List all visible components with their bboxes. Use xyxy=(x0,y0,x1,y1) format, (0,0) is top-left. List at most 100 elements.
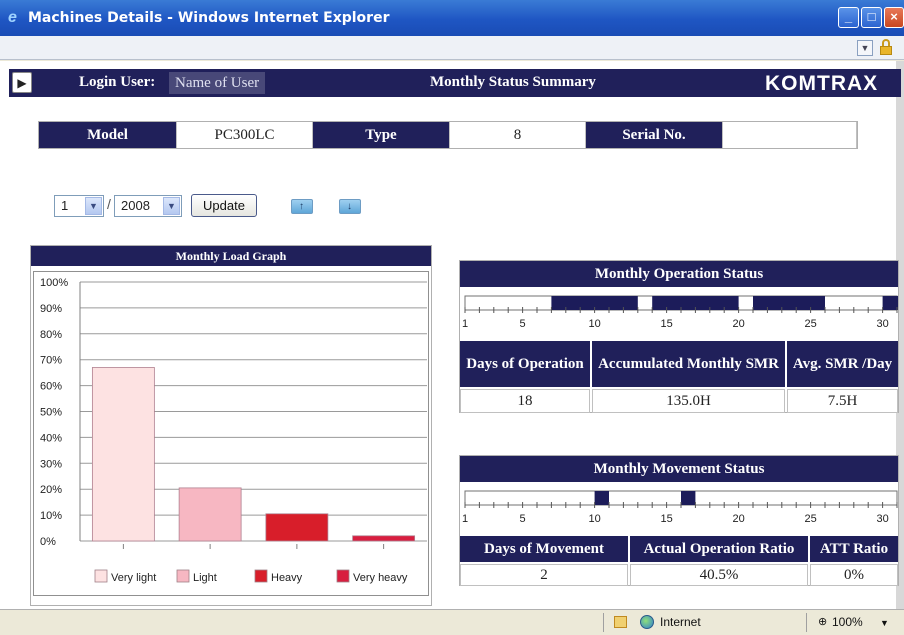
day-scale-label: 10 xyxy=(588,513,600,525)
protected-mode-icon[interactable] xyxy=(614,616,627,628)
active-day-segment xyxy=(681,491,696,505)
load-graph-panel: Monthly Load Graph 0% 10% 20% 30% 40% 50% 60% 7… xyxy=(30,245,432,606)
y-tick-label: 70% xyxy=(40,355,62,367)
day-scale-label: 15 xyxy=(660,318,672,330)
operation-status-panel: Monthly Operation Status 1 5 10 15 20 25 30 Da… xyxy=(459,260,899,413)
days-movement-value: 2 xyxy=(460,564,628,586)
maximize-button[interactable]: □ xyxy=(861,7,882,28)
legend-swatch xyxy=(254,569,268,583)
page-header: ▶ Login User: Name of User Monthly Statu… xyxy=(9,69,901,97)
legend-swatch xyxy=(176,569,190,583)
legend-label: Heavy xyxy=(271,572,303,584)
month-select[interactable]: 1 ▼ xyxy=(54,195,104,217)
day-scale-label: 15 xyxy=(660,513,672,525)
zone-label: Internet xyxy=(660,615,701,629)
chevron-down-icon[interactable]: ▼ xyxy=(85,197,102,215)
status-separator xyxy=(603,613,604,632)
legend-label: Very light xyxy=(111,572,156,584)
day-scale-label: 30 xyxy=(876,513,888,525)
year-select[interactable]: 2008 ▼ xyxy=(114,195,182,217)
active-day-segment xyxy=(882,296,898,310)
days-operation-value: 18 xyxy=(460,389,590,413)
day-scale-label: 1 xyxy=(462,513,468,525)
att-ratio-header: ATT Ratio xyxy=(810,536,898,562)
day-scale-label: 10 xyxy=(588,318,600,330)
active-day-segment xyxy=(753,296,825,310)
day-scale-label: 20 xyxy=(732,513,744,525)
globe-icon xyxy=(640,615,654,629)
accumulated-smr-value: 135.0H xyxy=(592,389,785,413)
y-tick-label: 10% xyxy=(40,510,62,522)
zoom-level[interactable]: 100% xyxy=(832,615,863,629)
status-bar: Internet ⊕ 100% ▼ xyxy=(0,609,904,635)
bar-very-light xyxy=(91,367,155,542)
y-tick-label: 60% xyxy=(40,381,62,393)
day-scale-label: 25 xyxy=(804,318,816,330)
bar-light xyxy=(178,487,242,542)
minimize-button[interactable]: _ xyxy=(838,7,859,28)
login-label: Login User: xyxy=(79,74,156,90)
serial-value xyxy=(722,122,857,148)
legend-label: Light xyxy=(193,572,217,584)
day-scale-label: 25 xyxy=(804,513,816,525)
update-button[interactable]: Update xyxy=(191,194,257,217)
y-tick-label: 100% xyxy=(40,277,68,289)
day-scale-label: 1 xyxy=(462,318,468,330)
user-name: Name of User xyxy=(169,72,266,94)
month-value: 1 xyxy=(61,198,69,213)
machine-info-row: Model PC300LC Type 8 Serial No. xyxy=(38,121,858,149)
internet-explorer-icon: e xyxy=(8,9,17,26)
actual-ratio-header: Actual Operation Ratio xyxy=(630,536,808,562)
chevron-down-icon[interactable]: ▼ xyxy=(857,40,873,56)
avg-smr-header: Avg. SMR /Day xyxy=(787,341,898,387)
y-tick-label: 40% xyxy=(40,432,62,444)
y-tick-label: 30% xyxy=(40,458,62,470)
legend-swatch xyxy=(336,569,350,583)
att-ratio-value: 0% xyxy=(810,564,898,586)
y-tick-label: 90% xyxy=(40,303,62,315)
scroll-up-button[interactable]: ↑ xyxy=(291,199,313,214)
page-content: ▶ Login User: Name of User Monthly Statu… xyxy=(0,61,904,609)
window-title-bar: e Machines Details - Windows Internet Ex… xyxy=(0,0,904,36)
model-value: PC300LC xyxy=(176,122,313,148)
actual-ratio-value: 40.5% xyxy=(630,564,808,586)
bar-heavy xyxy=(265,513,329,542)
date-separator: / xyxy=(107,196,111,212)
y-tick-label: 20% xyxy=(40,484,62,496)
year-value: 2008 xyxy=(121,198,150,213)
day-scale-label: 5 xyxy=(520,318,526,330)
bar-very-heavy xyxy=(352,535,416,542)
day-scale-label: 5 xyxy=(520,513,526,525)
window-title: Machines Details - Windows Internet Expl… xyxy=(28,10,390,26)
scroll-down-button[interactable]: ↓ xyxy=(339,199,361,214)
chevron-down-icon[interactable]: ▼ xyxy=(163,197,180,215)
chevron-down-icon[interactable]: ▼ xyxy=(880,618,889,628)
movement-status-panel: Monthly Movement Status 1 5 10 15 20 25 30 Day… xyxy=(459,455,899,586)
arrow-down-icon: ↓ xyxy=(347,201,352,212)
day-scale-label: 30 xyxy=(876,318,888,330)
type-label: Type xyxy=(313,122,449,148)
avg-smr-value: 7.5H xyxy=(787,389,898,413)
legend-label: Very heavy xyxy=(353,572,408,584)
y-tick-label: 80% xyxy=(40,329,62,341)
serial-label: Serial No. xyxy=(586,122,722,148)
page-title: Monthly Status Summary xyxy=(430,74,596,90)
load-graph-chart: 0% 10% 20% 30% 40% 50% 60% 70% 80% 90% 100% Very li… xyxy=(40,277,427,584)
days-operation-header: Days of Operation xyxy=(460,341,590,387)
status-separator xyxy=(806,613,807,632)
zoom-icon[interactable]: ⊕ xyxy=(818,615,827,628)
y-tick-label: 50% xyxy=(40,407,62,419)
address-strip: ▼ xyxy=(0,36,904,60)
model-label: Model xyxy=(39,122,176,148)
y-tick-label: 0% xyxy=(40,536,56,548)
legend-swatch xyxy=(94,569,108,583)
days-movement-header: Days of Movement xyxy=(460,536,628,562)
type-value: 8 xyxy=(449,122,586,148)
active-day-segment xyxy=(594,491,609,505)
close-button[interactable]: × xyxy=(884,7,904,28)
day-scale-label: 20 xyxy=(732,318,744,330)
expand-arrow-button[interactable]: ▶ xyxy=(12,72,32,93)
lock-icon[interactable] xyxy=(879,39,893,56)
brand-logo: KOMTRAX xyxy=(765,72,879,95)
accumulated-smr-header: Accumulated Monthly SMR xyxy=(592,341,785,387)
